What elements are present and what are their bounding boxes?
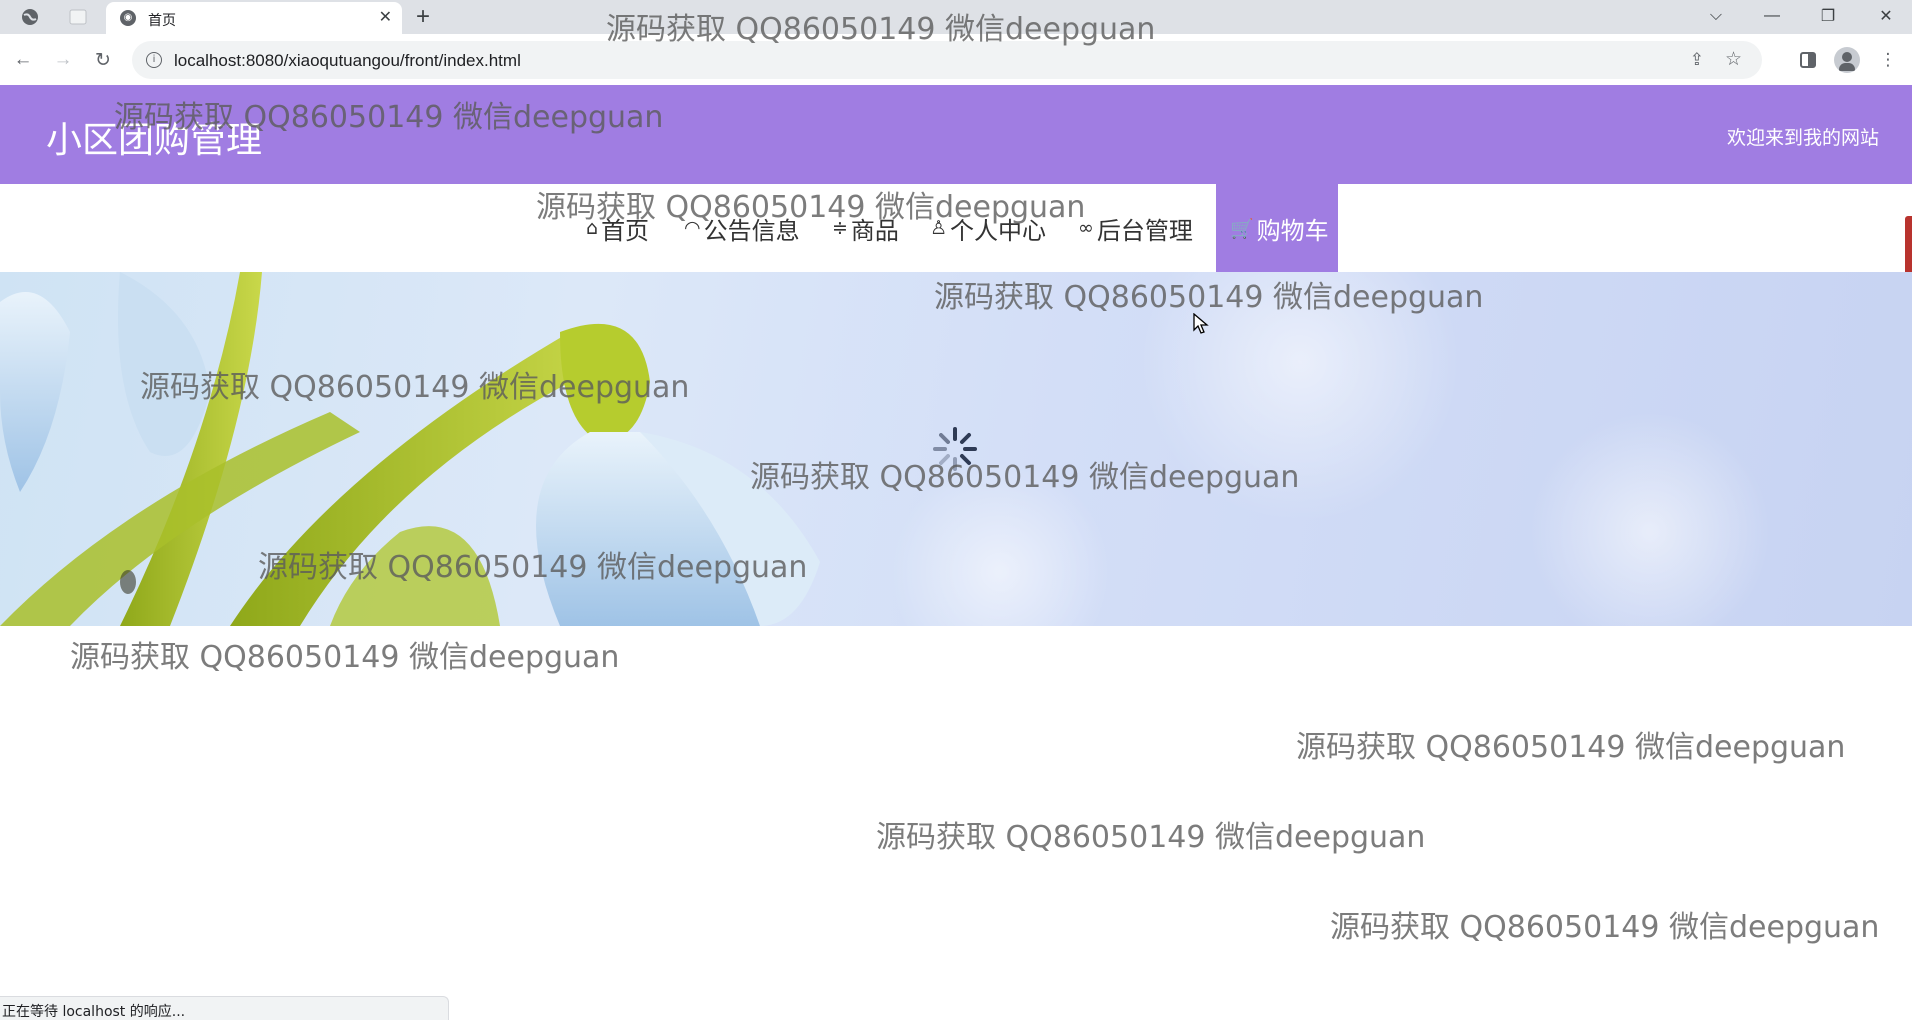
nav-label: 个人中心 [950,216,1047,245]
close-tab-icon[interactable]: ✕ [379,7,392,27]
address-bar[interactable]: i localhost:8080/xiaoqutuangou/front/ind… [132,41,1762,79]
more-menu-icon[interactable]: ⋮ [1874,46,1902,74]
nav-item-announcements[interactable]: ◠ 公告信息 [684,184,800,272]
cart-icon: 🛒 [1230,217,1254,240]
chevron-down-icon[interactable]: ⌵ [1696,2,1736,30]
nav-label: 购物车 [1256,216,1329,245]
browser-tab-strip: ◉ 首页 ✕ + ⌵ — ❐ ✕ [0,0,1912,34]
user-icon: ♙ [930,217,948,239]
minimize-icon[interactable]: — [1752,2,1792,30]
site-title: 小区团购管理 [46,120,263,161]
welcome-text: 欢迎来到我的网站 [1726,127,1879,149]
nav-label: 首页 [601,216,650,245]
site-info-icon[interactable]: i [146,52,162,68]
favicon-icon: ◉ [120,10,136,26]
nav-label: 商品 [850,216,899,245]
site-header: 小区团购管理 欢迎来到我的网站 [0,85,1912,184]
nav-item-home[interactable]: ⌂ 首页 [586,184,649,272]
gauge-icon: ◠ [684,217,701,239]
mouse-cursor-icon [1193,313,1209,334]
nav-item-admin[interactable]: ∞ 后台管理 [1078,184,1193,272]
watermark-text: 源码获取 QQ86050149 微信deepguan [1296,730,1846,765]
nav-label: 公告信息 [703,216,800,245]
nav-item-profile[interactable]: ♙ 个人中心 [930,184,1046,272]
link-icon: ∞ [1078,217,1094,239]
back-icon[interactable]: ← [10,47,36,73]
new-tab-icon[interactable]: + [416,3,430,31]
tab-search-icon[interactable] [66,5,90,29]
watermark-text: 源码获取 QQ86050149 微信deepguan [876,820,1426,855]
bookmark-star-icon[interactable]: ☆ [1725,48,1742,71]
main-nav: ⌂ 首页 ◠ 公告信息 ≑ 商品 ♙ 个人中心 ∞ 后台管理 🛒 购物车 [0,184,1912,272]
watermark-text: 源码获取 QQ86050149 微信deepguan [70,640,620,675]
side-tab-marker[interactable] [1905,216,1912,276]
globe-icon[interactable] [18,5,42,29]
browser-status-bar: 正在等待 localhost 的响应... [0,996,449,1020]
url-text: localhost:8080/xiaoqutuangou/front/index… [174,51,521,70]
close-window-icon[interactable]: ✕ [1866,2,1906,30]
nav-item-cart[interactable]: 🛒 购物车 [1216,184,1338,272]
nav-label: 后台管理 [1096,216,1193,245]
restore-icon[interactable]: ❐ [1808,2,1848,30]
tab-home[interactable]: ◉ 首页 ✕ [106,2,402,34]
home-icon: ⌂ [586,217,599,239]
nav-item-products[interactable]: ≑ 商品 [832,184,899,272]
loading-spinner-icon [933,427,977,471]
profile-avatar[interactable] [1834,47,1860,73]
watermark-text: 源码获取 QQ86050149 微信deepguan [1330,910,1880,945]
browser-toolbar: ← → ↻ i localhost:8080/xiaoqutuangou/fro… [0,34,1912,86]
share-icon[interactable]: ⇪ [1690,50,1704,70]
sliders-icon: ≑ [832,217,848,239]
forward-icon[interactable]: → [50,47,76,73]
side-panel-icon[interactable] [1794,46,1822,74]
reload-icon[interactable]: ↻ [90,47,116,73]
tab-title: 首页 [148,12,176,28]
